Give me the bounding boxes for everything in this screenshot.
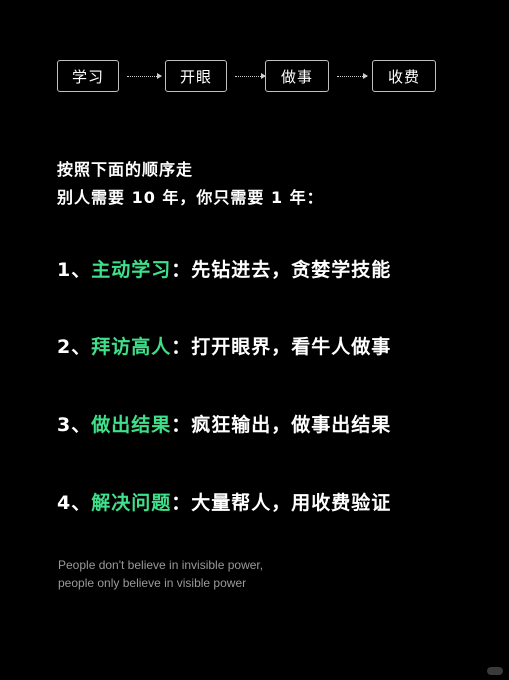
- item-highlight: 主动学习: [91, 259, 172, 281]
- item-colon: ：: [171, 336, 192, 358]
- item-highlight: 做出结果: [91, 414, 172, 436]
- arrow-right-icon: [127, 73, 162, 79]
- arrow-right-icon: [337, 73, 368, 79]
- item-highlight: 拜访高人: [91, 336, 172, 358]
- intro-text: 按照下面的顺序走 别人需要 10 年，你只需要 1 年：: [57, 156, 324, 212]
- quote-text: People don't believe in invisible power,…: [58, 556, 263, 592]
- list-item-3: 3、做出结果：疯狂输出，做事出结果: [57, 410, 391, 437]
- list-item-4: 4、解决问题：大量帮人，用收费验证: [57, 488, 391, 515]
- process-flow: 学习 开眼 做事 收费: [57, 60, 437, 94]
- item-text: 疯狂输出，做事出结果: [191, 414, 392, 436]
- step-open-eyes-box: 开眼: [165, 60, 227, 92]
- item-number: 4、: [57, 492, 92, 514]
- item-number: 1、: [57, 259, 92, 281]
- step-charge-box: 收费: [372, 60, 436, 92]
- quote-line-2: people only believe in visible power: [58, 576, 247, 590]
- item-highlight: 解决问题: [91, 492, 172, 514]
- item-text: 先钻进去，贪婪学技能: [191, 259, 392, 281]
- list-item-1: 1、主动学习：先钻进去，贪婪学技能: [57, 255, 391, 282]
- quote-line-1: People don't believe in invisible power,: [58, 558, 264, 572]
- item-number: 2、: [57, 336, 92, 358]
- step-do-things-box: 做事: [265, 60, 329, 92]
- item-colon: ：: [171, 259, 192, 281]
- item-text: 大量帮人，用收费验证: [191, 492, 392, 514]
- item-text: 打开眼界，看牛人做事: [191, 336, 392, 358]
- item-number: 3、: [57, 414, 92, 436]
- step-learn-box: 学习: [57, 60, 119, 92]
- arrow-right-icon: [235, 73, 266, 79]
- item-colon: ：: [171, 414, 192, 436]
- intro-line-1: 按照下面的顺序走: [57, 160, 194, 179]
- intro-line-2: 别人需要 10 年，你只需要 1 年：: [57, 188, 324, 207]
- item-colon: ：: [171, 492, 192, 514]
- corner-mark-icon: [487, 667, 503, 675]
- list-item-2: 2、拜访高人：打开眼界，看牛人做事: [57, 332, 391, 359]
